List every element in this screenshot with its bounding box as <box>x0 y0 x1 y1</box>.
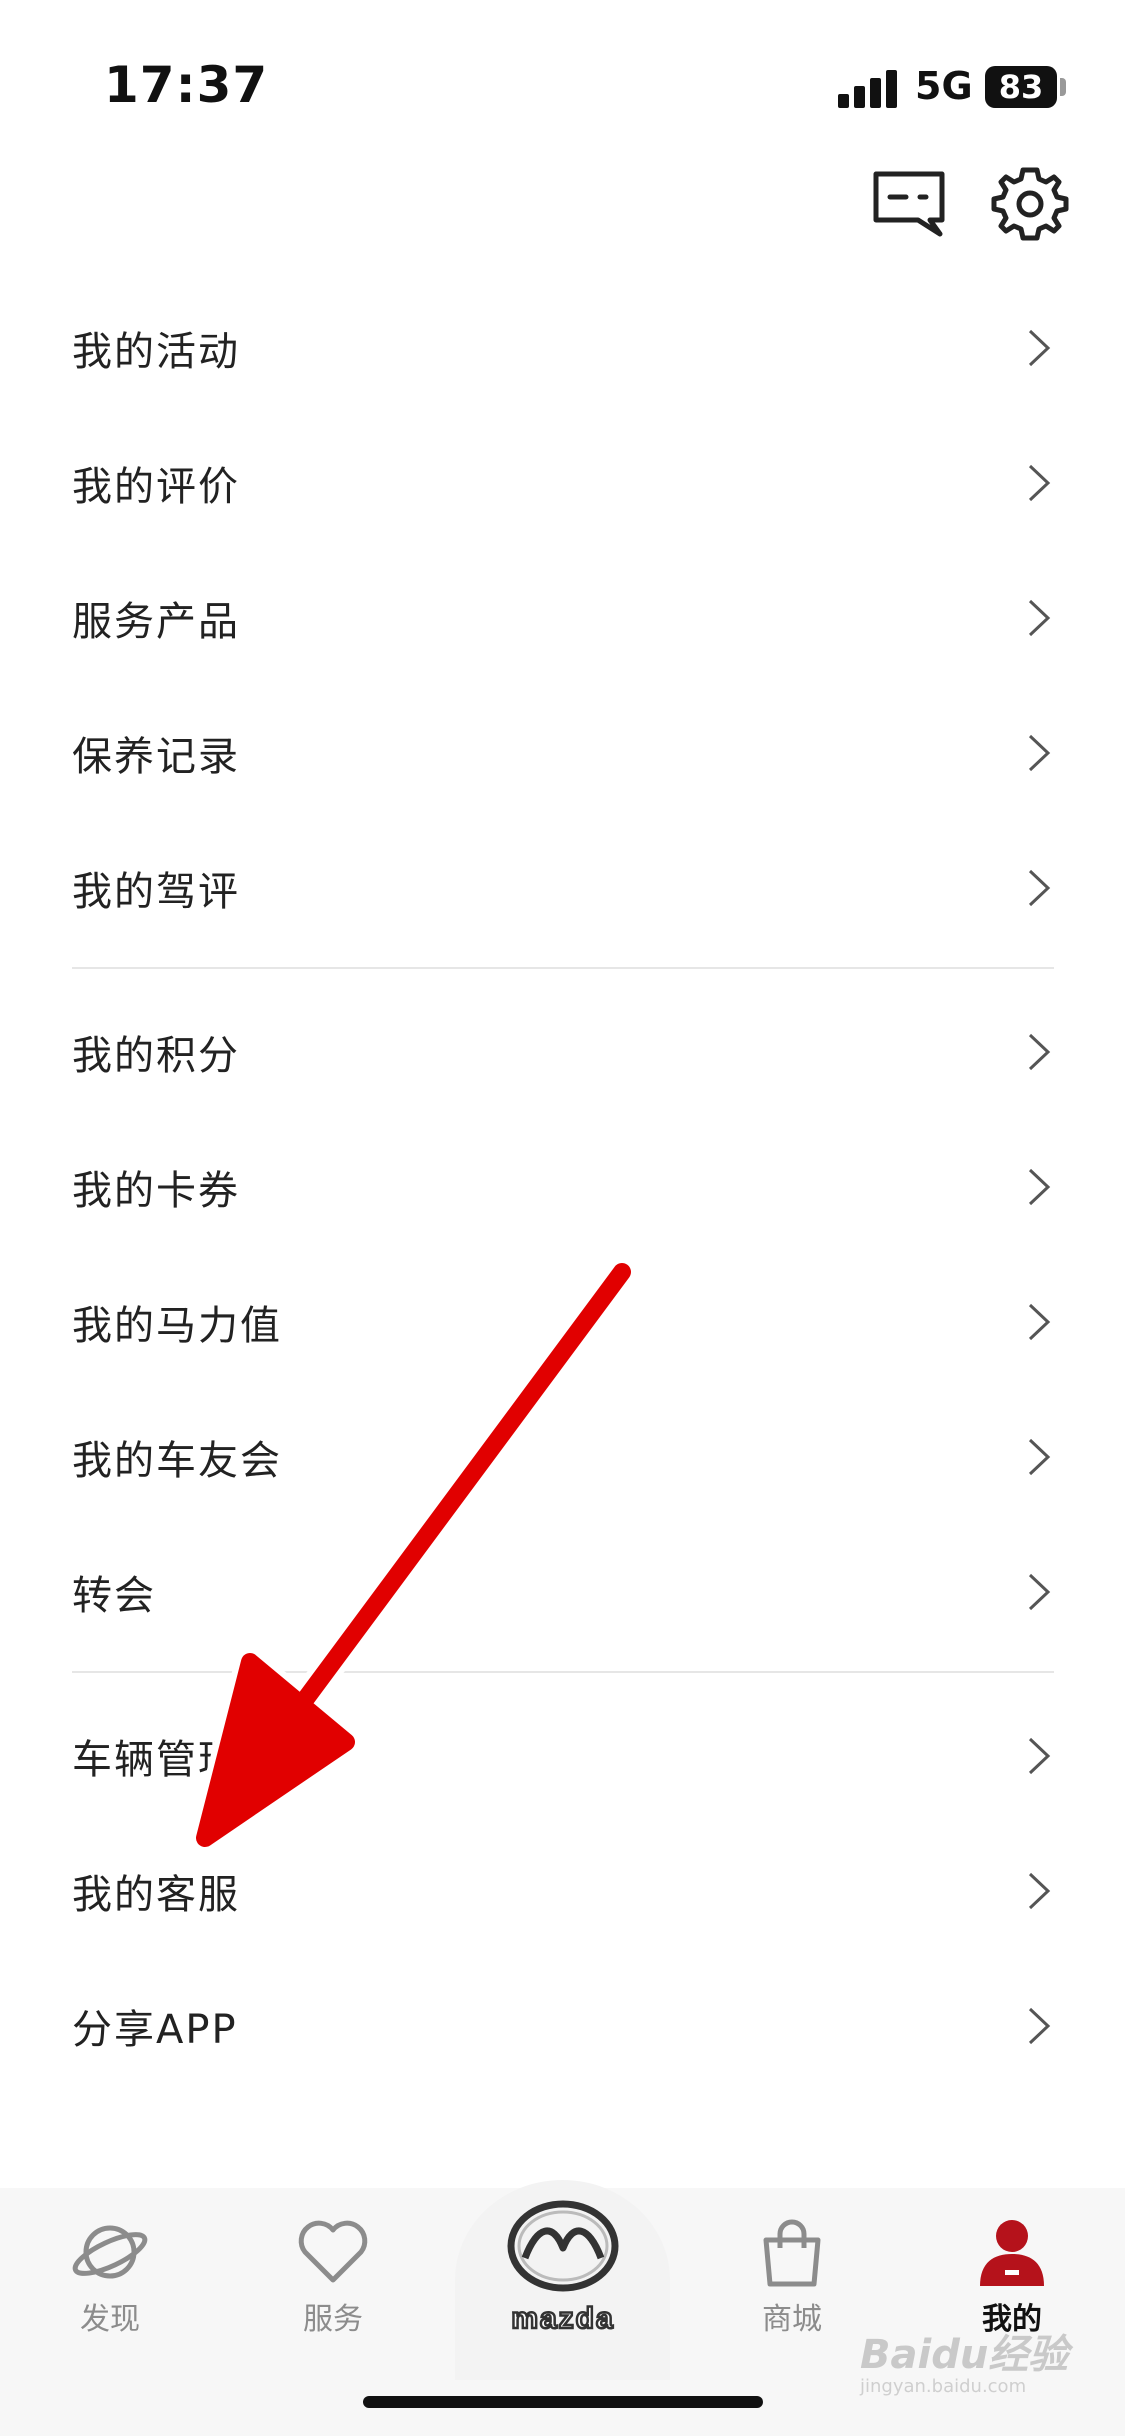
chevron-right-icon <box>1028 329 1051 366</box>
menu-item-label: 我的驾评 <box>72 868 240 915</box>
shopping-bag-icon <box>763 2219 821 2287</box>
mazda-wordmark: mazda <box>510 2301 614 2336</box>
chevron-right-icon <box>1028 2007 1051 2044</box>
divider <box>72 967 1054 969</box>
chevron-right-icon <box>1028 1737 1051 1774</box>
tab-service[interactable]: 服务 <box>243 2188 423 2338</box>
mazda-logo-icon <box>507 2200 619 2292</box>
menu-item-reviews[interactable]: 我的评价 <box>72 415 1054 550</box>
chevron-right-icon <box>1028 1872 1051 1909</box>
heart-icon <box>298 2220 368 2283</box>
menu-item-label: 车辆管理 <box>72 1736 240 1783</box>
tab-label: 服务 <box>303 2302 363 2337</box>
tab-home[interactable]: mazda <box>455 2180 670 2380</box>
menu-item-label: 我的卡券 <box>72 1167 240 1214</box>
menu-item-customer-service[interactable]: 我的客服 <box>72 1823 1054 1958</box>
menu-item-coupons[interactable]: 我的卡券 <box>72 1119 1054 1254</box>
menu-item-share-app[interactable]: 分享APP <box>72 1958 1054 2093</box>
menu-item-label: 我的活动 <box>72 328 240 375</box>
menu-item-drive-reviews[interactable]: 我的驾评 <box>72 820 1054 955</box>
menu-item-maintenance-records[interactable]: 保养记录 <box>72 685 1054 820</box>
signal-icon <box>838 68 900 108</box>
chevron-right-icon <box>1028 734 1051 771</box>
chevron-right-icon <box>1028 1168 1051 1205</box>
menu-item-label: 转会 <box>72 1572 156 1619</box>
message-icon[interactable] <box>870 164 950 244</box>
user-icon <box>980 2220 1044 2286</box>
menu-item-activities[interactable]: 我的活动 <box>72 280 1054 415</box>
tab-mall[interactable]: 商城 <box>702 2188 882 2338</box>
status-bar: 17:37 5G 83 <box>0 0 1125 160</box>
chevron-right-icon <box>1028 869 1051 906</box>
menu-item-label: 保养记录 <box>72 733 240 780</box>
tab-label: 商城 <box>762 2302 822 2337</box>
watermark-url: jingyan.baidu.com <box>860 2376 1027 2397</box>
tab-label: 发现 <box>80 2302 140 2337</box>
network-type: 5G <box>915 64 973 108</box>
menu-list: 我的活动 我的评价 服务产品 保养记录 我的驾评 我的积分 我的卡券 我的马力值… <box>72 280 1054 2093</box>
planet-icon <box>72 2225 148 2279</box>
watermark: Baidu经验 <box>860 2332 1069 2378</box>
chevron-right-icon <box>1028 1033 1051 1070</box>
menu-item-vehicle-management[interactable]: 车辆管理 <box>72 1688 1054 1823</box>
chevron-right-icon <box>1028 464 1051 501</box>
menu-item-label: 服务产品 <box>72 598 240 645</box>
menu-item-transfer[interactable]: 转会 <box>72 1524 1054 1659</box>
home-indicator[interactable] <box>363 2396 763 2408</box>
tab-discover[interactable]: 发现 <box>20 2188 200 2338</box>
tab-mine[interactable]: 我的 <box>922 2188 1102 2338</box>
menu-item-service-products[interactable]: 服务产品 <box>72 550 1054 685</box>
menu-item-label: 我的积分 <box>72 1032 240 1079</box>
battery-icon: 83 <box>985 66 1057 108</box>
divider <box>72 1671 1054 1673</box>
chevron-right-icon <box>1028 599 1051 636</box>
clock: 17:37 <box>104 56 269 114</box>
menu-item-points[interactable]: 我的积分 <box>72 984 1054 1119</box>
menu-item-label: 我的马力值 <box>72 1302 282 1349</box>
menu-item-car-club[interactable]: 我的车友会 <box>72 1389 1054 1524</box>
chevron-right-icon <box>1028 1303 1051 1340</box>
menu-item-label: 分享APP <box>72 2006 238 2053</box>
gear-icon[interactable] <box>990 164 1070 244</box>
menu-item-label: 我的评价 <box>72 463 240 510</box>
menu-item-label: 我的车友会 <box>72 1437 282 1484</box>
menu-item-horsepower[interactable]: 我的马力值 <box>72 1254 1054 1389</box>
menu-item-label: 我的客服 <box>72 1871 240 1918</box>
chevron-right-icon <box>1028 1438 1051 1475</box>
brand-word: mazda <box>511 2302 614 2335</box>
battery-tip <box>1060 78 1066 96</box>
chevron-right-icon <box>1028 1573 1051 1610</box>
